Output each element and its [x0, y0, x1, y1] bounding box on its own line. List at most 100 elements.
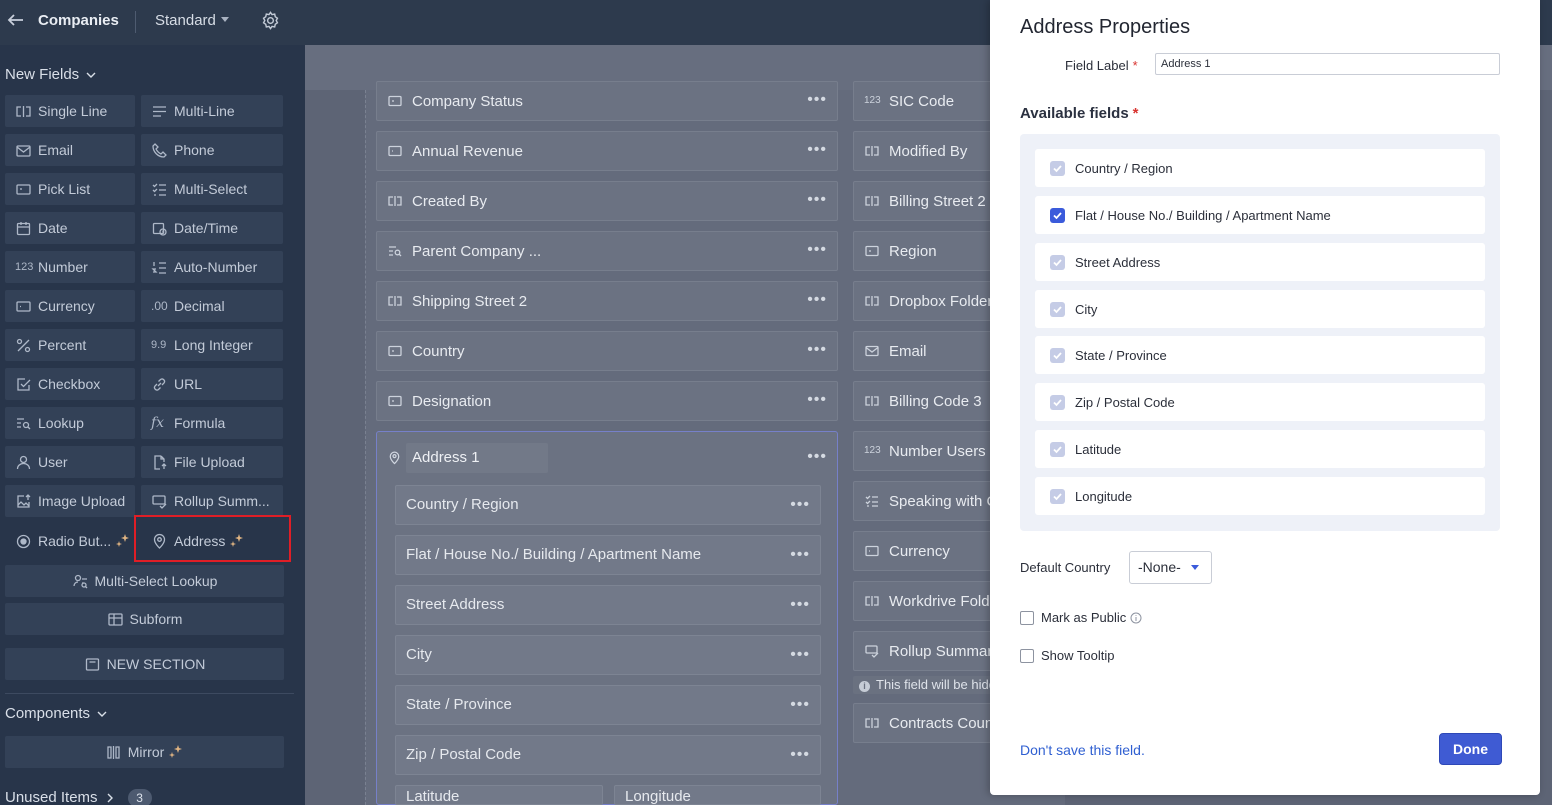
field-multi-select-lookup[interactable]: Multi-Select Lookup: [5, 565, 284, 597]
field-email[interactable]: Email: [5, 134, 135, 166]
field-checkbox[interactable]: Checkbox: [5, 368, 135, 400]
chevron-down-icon: [97, 711, 107, 718]
field-phone[interactable]: Phone: [141, 134, 283, 166]
field-multi-select[interactable]: Multi-Select: [141, 173, 283, 205]
more-options-icon[interactable]: •••: [807, 342, 827, 358]
field-number[interactable]: 123 Number: [5, 251, 135, 283]
field-long-integer[interactable]: 9.9 Long Integer: [141, 329, 283, 361]
field-card[interactable]: Created By •••: [376, 181, 838, 221]
field-card[interactable]: Contracts Coun: [853, 703, 993, 743]
more-options-icon[interactable]: •••: [807, 92, 827, 108]
field-lookup[interactable]: Lookup: [5, 407, 135, 439]
available-field-row[interactable]: Zip / Postal Code: [1035, 383, 1485, 421]
field-date[interactable]: Date: [5, 212, 135, 244]
field-card[interactable]: Dropbox Folder: [853, 281, 993, 321]
field-auto-number[interactable]: Auto-Number: [141, 251, 283, 283]
field-card[interactable]: Annual Revenue •••: [376, 131, 838, 171]
field-url[interactable]: URL: [141, 368, 283, 400]
show-tooltip-option[interactable]: Show Tooltip: [1020, 648, 1114, 663]
field-card[interactable]: Shipping Street 2 •••: [376, 281, 838, 321]
more-options-icon[interactable]: •••: [790, 486, 810, 524]
field-card[interactable]: Parent Company ... •••: [376, 231, 838, 271]
component-mirror[interactable]: Mirror: [5, 736, 284, 768]
field-label-input[interactable]: [1155, 53, 1500, 75]
available-field-row[interactable]: Latitude: [1035, 430, 1485, 468]
panel-title: Address Properties: [1020, 16, 1191, 38]
new-section-button[interactable]: NEW SECTION: [5, 648, 284, 680]
field-currency[interactable]: Currency: [5, 290, 135, 322]
layout-selector[interactable]: Standard: [155, 12, 216, 29]
more-options-icon[interactable]: •••: [790, 536, 810, 574]
field-card[interactable]: Currency: [853, 531, 993, 571]
field-multi-line[interactable]: Multi-Line: [141, 95, 283, 127]
available-field-row[interactable]: Longitude: [1035, 477, 1485, 515]
field-card[interactable]: Billing Code 3: [853, 381, 993, 421]
default-country-select[interactable]: -None-: [1129, 551, 1212, 584]
field-radio-button[interactable]: Radio But...: [5, 525, 135, 557]
available-field-row[interactable]: Street Address: [1035, 243, 1485, 281]
more-options-icon[interactable]: •••: [807, 192, 827, 208]
more-options-icon[interactable]: •••: [790, 636, 810, 674]
field-card[interactable]: 123 SIC Code: [853, 81, 993, 121]
address-subfield[interactable]: Country / Region •••: [395, 485, 821, 525]
components-heading[interactable]: Components: [5, 705, 108, 722]
address-subfield[interactable]: Latitude: [395, 785, 603, 805]
field-date-time[interactable]: Date/Time: [141, 212, 283, 244]
available-field-row[interactable]: State / Province: [1035, 336, 1485, 374]
address-subfield[interactable]: City •••: [395, 635, 821, 675]
more-options-icon[interactable]: •••: [790, 686, 810, 724]
field-decimal[interactable]: .00 Decimal: [141, 290, 283, 322]
available-field-row[interactable]: Country / Region: [1035, 149, 1485, 187]
field-card[interactable]: Billing Street 2: [853, 181, 993, 221]
field-rollup-summary[interactable]: Rollup Summ...: [141, 485, 283, 517]
field-formula[interactable]: fx Formula: [141, 407, 283, 439]
more-options-icon[interactable]: •••: [790, 586, 810, 624]
address-subfield[interactable]: Street Address •••: [395, 585, 821, 625]
field-card[interactable]: Designation •••: [376, 381, 838, 421]
field-subform[interactable]: Subform: [5, 603, 284, 635]
gear-icon[interactable]: [261, 11, 280, 30]
field-card[interactable]: Country •••: [376, 331, 838, 371]
field-card[interactable]: Rollup Summar: [853, 631, 993, 671]
address-field-group[interactable]: Address 1 ••• Country / Region ••• Flat /…: [376, 431, 838, 805]
caption-text: Field Label: [1065, 58, 1129, 73]
address-subfield[interactable]: Flat / House No./ Building / Apartment N…: [395, 535, 821, 575]
more-options-icon[interactable]: •••: [807, 242, 827, 258]
address-subfield[interactable]: State / Province •••: [395, 685, 821, 725]
checkbox-checked[interactable]: [1050, 207, 1065, 223]
done-button[interactable]: Done: [1439, 733, 1502, 765]
field-card[interactable]: Workdrive Folde: [853, 581, 993, 621]
field-card[interactable]: Speaking with C: [853, 481, 993, 521]
field-file-upload[interactable]: File Upload: [141, 446, 283, 478]
show-tooltip-checkbox[interactable]: [1020, 648, 1034, 663]
more-options-icon[interactable]: •••: [807, 292, 827, 308]
back-arrow-icon[interactable]: [6, 10, 26, 30]
more-options-icon[interactable]: •••: [807, 142, 827, 158]
dont-save-link[interactable]: Don't save this field.: [1020, 742, 1145, 758]
field-user[interactable]: User: [5, 446, 135, 478]
field-pick-list[interactable]: Pick List: [5, 173, 135, 205]
more-options-icon[interactable]: •••: [790, 736, 810, 774]
field-card[interactable]: Region: [853, 231, 993, 271]
more-options-icon[interactable]: •••: [807, 448, 827, 466]
available-field-row[interactable]: Flat / House No./ Building / Apartment N…: [1035, 196, 1485, 234]
field-image-upload[interactable]: Image Upload: [5, 485, 135, 517]
more-options-icon[interactable]: •••: [807, 392, 827, 408]
field-card[interactable]: Modified By: [853, 131, 993, 171]
chevron-down-icon[interactable]: [220, 14, 230, 24]
info-icon[interactable]: [1130, 612, 1142, 624]
available-field-row[interactable]: City: [1035, 290, 1485, 328]
new-fields-heading[interactable]: New Fields: [5, 66, 97, 83]
field-percent[interactable]: Percent: [5, 329, 135, 361]
unused-items-heading[interactable]: Unused Items 3: [5, 789, 152, 805]
address-subfield[interactable]: Zip / Postal Code •••: [395, 735, 821, 775]
mark-as-public-option[interactable]: Mark as Public: [1020, 610, 1142, 625]
field-palette-sidebar: New Fields Single Line Multi-Line Email …: [0, 45, 305, 805]
field-card[interactable]: Email: [853, 331, 993, 371]
field-card[interactable]: 123 Number Users R: [853, 431, 993, 471]
mark-as-public-checkbox[interactable]: [1020, 610, 1034, 625]
address-subfield[interactable]: Longitude: [614, 785, 821, 805]
field-card[interactable]: Company Status •••: [376, 81, 838, 121]
address-title[interactable]: Address 1: [406, 443, 548, 473]
field-single-line[interactable]: Single Line: [5, 95, 135, 127]
